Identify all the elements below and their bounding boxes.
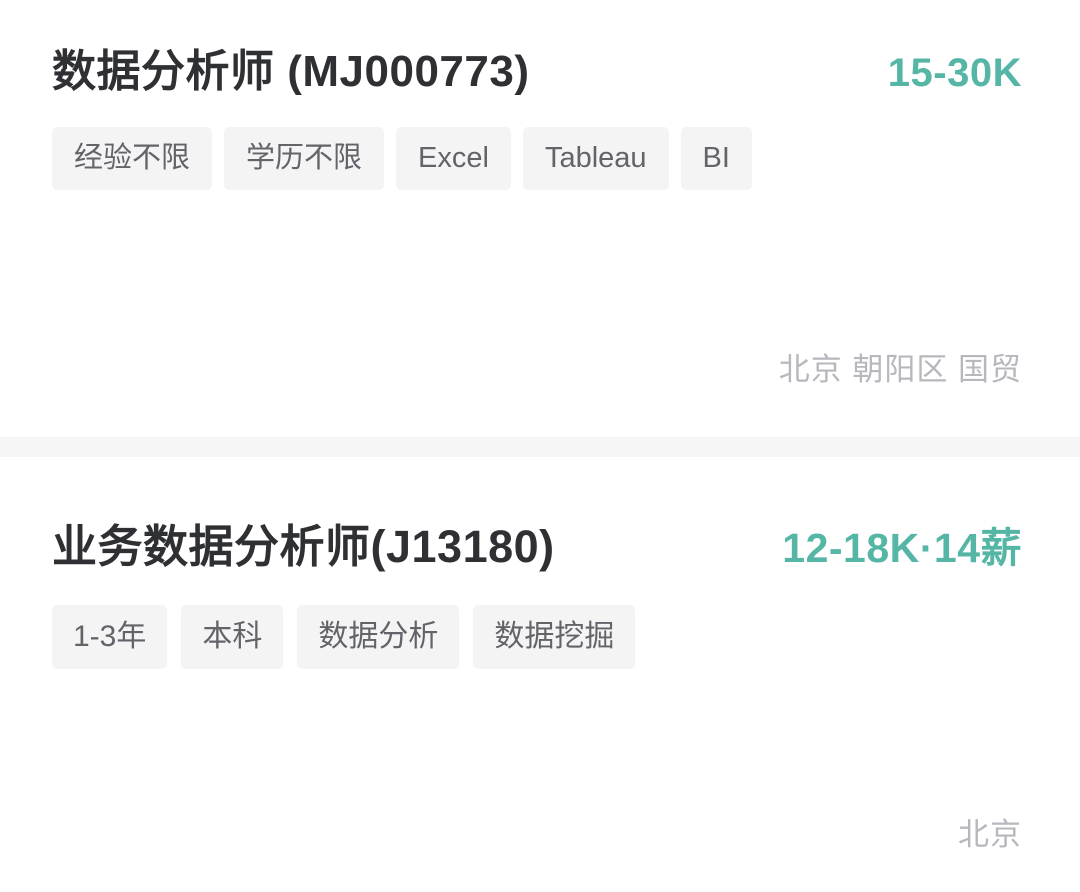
job-card-footer: 北京 (52, 819, 1022, 892)
list-divider (0, 437, 1080, 457)
job-title[interactable]: 数据分析师 (MJ000773) (52, 44, 529, 99)
job-list: 数据分析师 (MJ000773) 15-30K 经验不限 学历不限 Excel … (0, 0, 1080, 892)
job-card-header: 业务数据分析师(J13180) 12-18K·14薪 (52, 519, 1022, 575)
job-tag[interactable]: 数据分析 (297, 605, 460, 670)
job-card[interactable]: 数据分析师 (MJ000773) 15-30K 经验不限 学历不限 Excel … (0, 0, 1080, 437)
job-card[interactable]: 业务数据分析师(J13180) 12-18K·14薪 1-3年 本科 数据分析 … (0, 457, 1080, 892)
job-tag[interactable]: 本科 (181, 605, 284, 670)
job-title[interactable]: 业务数据分析师(J13180) (52, 519, 555, 575)
job-location: 北京 (958, 817, 1022, 852)
job-tag[interactable]: Tableau (522, 127, 669, 190)
job-location: 北京 朝阳区 国贸 (778, 352, 1022, 387)
job-tag[interactable]: 学历不限 (224, 127, 385, 190)
job-tag[interactable]: BI (680, 127, 752, 190)
job-card-footer: 北京 朝阳区 国贸 (52, 354, 1022, 437)
job-tag-row: 经验不限 学历不限 Excel Tableau BI (52, 127, 1022, 190)
job-tag[interactable]: 1-3年 (52, 605, 168, 670)
job-tag[interactable]: 经验不限 (52, 127, 213, 190)
job-tag-row: 1-3年 本科 数据分析 数据挖掘 (52, 605, 1022, 670)
job-salary: 15-30K (887, 51, 1022, 95)
job-card-header: 数据分析师 (MJ000773) 15-30K (52, 44, 1022, 99)
job-salary: 12-18K·14薪 (782, 525, 1022, 571)
job-tag[interactable]: 数据挖掘 (473, 605, 636, 670)
job-tag[interactable]: Excel (396, 127, 511, 190)
